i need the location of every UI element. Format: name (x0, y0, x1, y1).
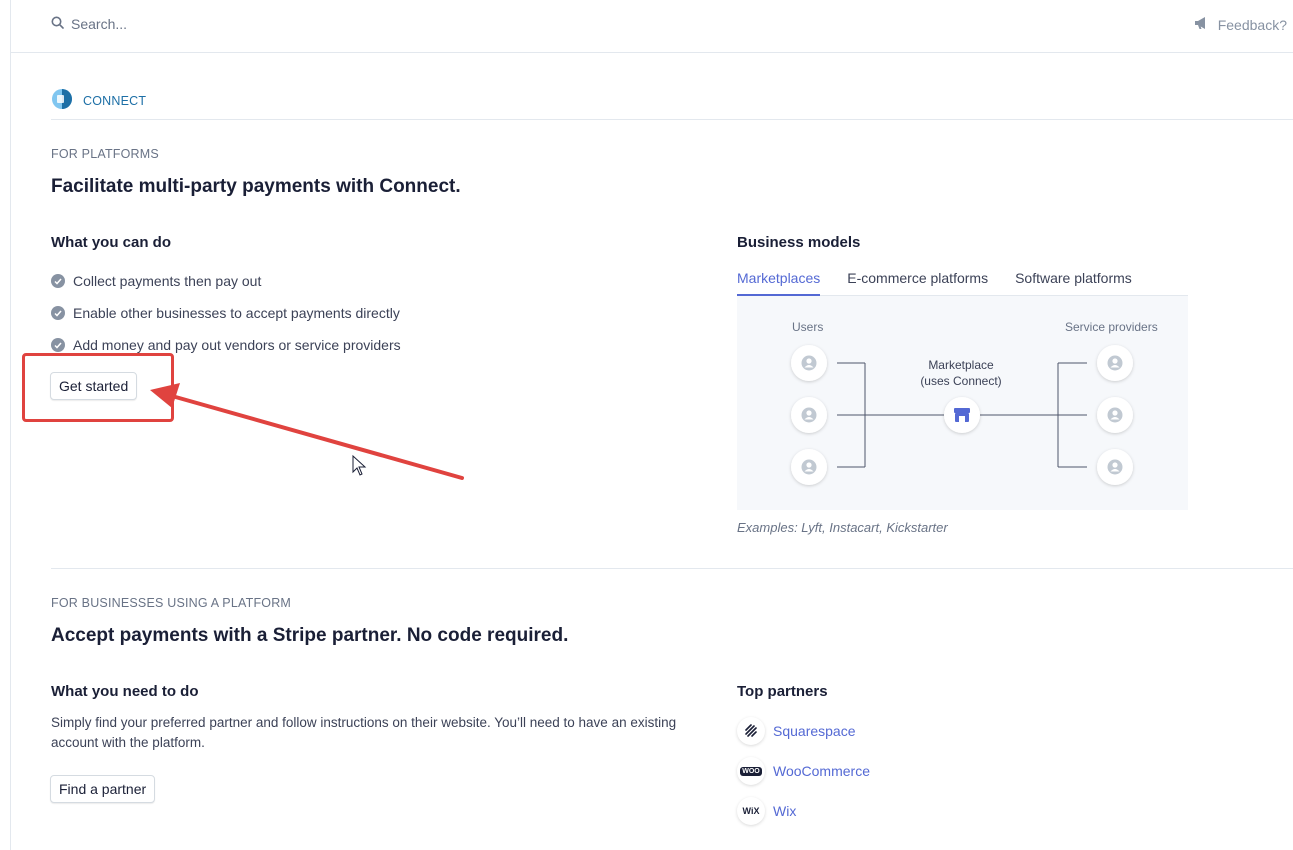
partner-name: Squarespace (773, 723, 856, 739)
left-rail (0, 0, 11, 850)
user-avatar-icon (791, 397, 827, 433)
user-avatar-icon (791, 449, 827, 485)
partner-item[interactable]: WiX Wix (737, 791, 870, 831)
user-avatar-icon (791, 345, 827, 381)
check-circle-icon (51, 306, 65, 320)
partner-item[interactable]: WOO WooCommerce (737, 751, 870, 791)
squarespace-logo-icon (737, 717, 765, 745)
partner-name: WooCommerce (773, 763, 870, 779)
search-icon (51, 16, 64, 32)
marketplace-diagram: Users Service providers Marketplace (use… (737, 296, 1188, 510)
check-circle-icon (51, 274, 65, 288)
business-models-tabs: Marketplaces E-commerce platforms Softwa… (737, 262, 1188, 296)
annotation-arrow-icon (150, 383, 464, 480)
tab-marketplaces[interactable]: Marketplaces (737, 262, 821, 296)
partner-item[interactable]: Squarespace (737, 711, 870, 751)
feedback-label: Feedback? (1217, 16, 1287, 33)
partners-list: Squarespace WOO WooCommerce WiX Wix (737, 711, 870, 831)
woocommerce-logo-icon: WOO (737, 757, 765, 785)
search-field[interactable]: Search... (51, 16, 127, 32)
top-bar: Search... Feedback? (11, 0, 1293, 53)
businesses-title: Accept payments with a Stripe partner. N… (51, 625, 569, 646)
list-item: Enable other businesses to accept paymen… (51, 297, 401, 329)
wix-logo-text: WiX (742, 806, 760, 816)
tab-software-platforms[interactable]: Software platforms (1015, 262, 1132, 296)
provider-avatar-icon (1097, 449, 1133, 485)
mouse-cursor-icon (352, 454, 367, 476)
list-item: Collect payments then pay out (51, 265, 401, 297)
what-you-need-heading: What you need to do (51, 683, 199, 700)
divider (51, 119, 1293, 120)
diagram-graphic (737, 296, 1188, 510)
breadcrumb: CONNECT (51, 88, 146, 113)
list-item-label: Add money and pay out vendors or service… (73, 337, 401, 353)
find-partner-button[interactable]: Find a partner (50, 775, 156, 803)
partner-name: Wix (773, 803, 797, 819)
what-you-need-description: Simply find your preferred partner and f… (51, 715, 677, 750)
capabilities-list: Collect payments then pay out Enable oth… (51, 265, 401, 361)
check-circle-icon (51, 338, 65, 352)
connect-logo-icon (51, 88, 73, 113)
platforms-title: Facilitate multi-party payments with Con… (51, 176, 461, 197)
tab-ecommerce-platforms[interactable]: E-commerce platforms (847, 262, 988, 296)
provider-avatar-icon (1097, 397, 1133, 433)
business-models-heading: Business models (737, 234, 861, 251)
breadcrumb-label[interactable]: CONNECT (83, 94, 146, 108)
provider-avatar-icon (1097, 345, 1133, 381)
megaphone-icon (1194, 16, 1210, 33)
list-item-label: Collect payments then pay out (73, 273, 262, 289)
wix-logo-icon: WiX (737, 797, 765, 825)
woocommerce-logo-text: WOO (740, 766, 762, 776)
annotation-highlight-box (22, 353, 174, 422)
top-partners-heading: Top partners (737, 683, 828, 700)
list-item-label: Enable other businesses to accept paymen… (73, 305, 400, 321)
storefront-icon (944, 397, 980, 433)
businesses-eyebrow: FOR BUSINESSES USING A PLATFORM (51, 596, 292, 610)
search-placeholder: Search... (71, 16, 128, 32)
what-you-can-do-heading: What you can do (51, 234, 171, 251)
feedback-button[interactable]: Feedback? (1194, 16, 1287, 33)
divider (51, 568, 1293, 569)
examples-text: Examples: Lyft, Instacart, Kickstarter (737, 520, 948, 535)
platforms-eyebrow: FOR PLATFORMS (51, 147, 159, 161)
